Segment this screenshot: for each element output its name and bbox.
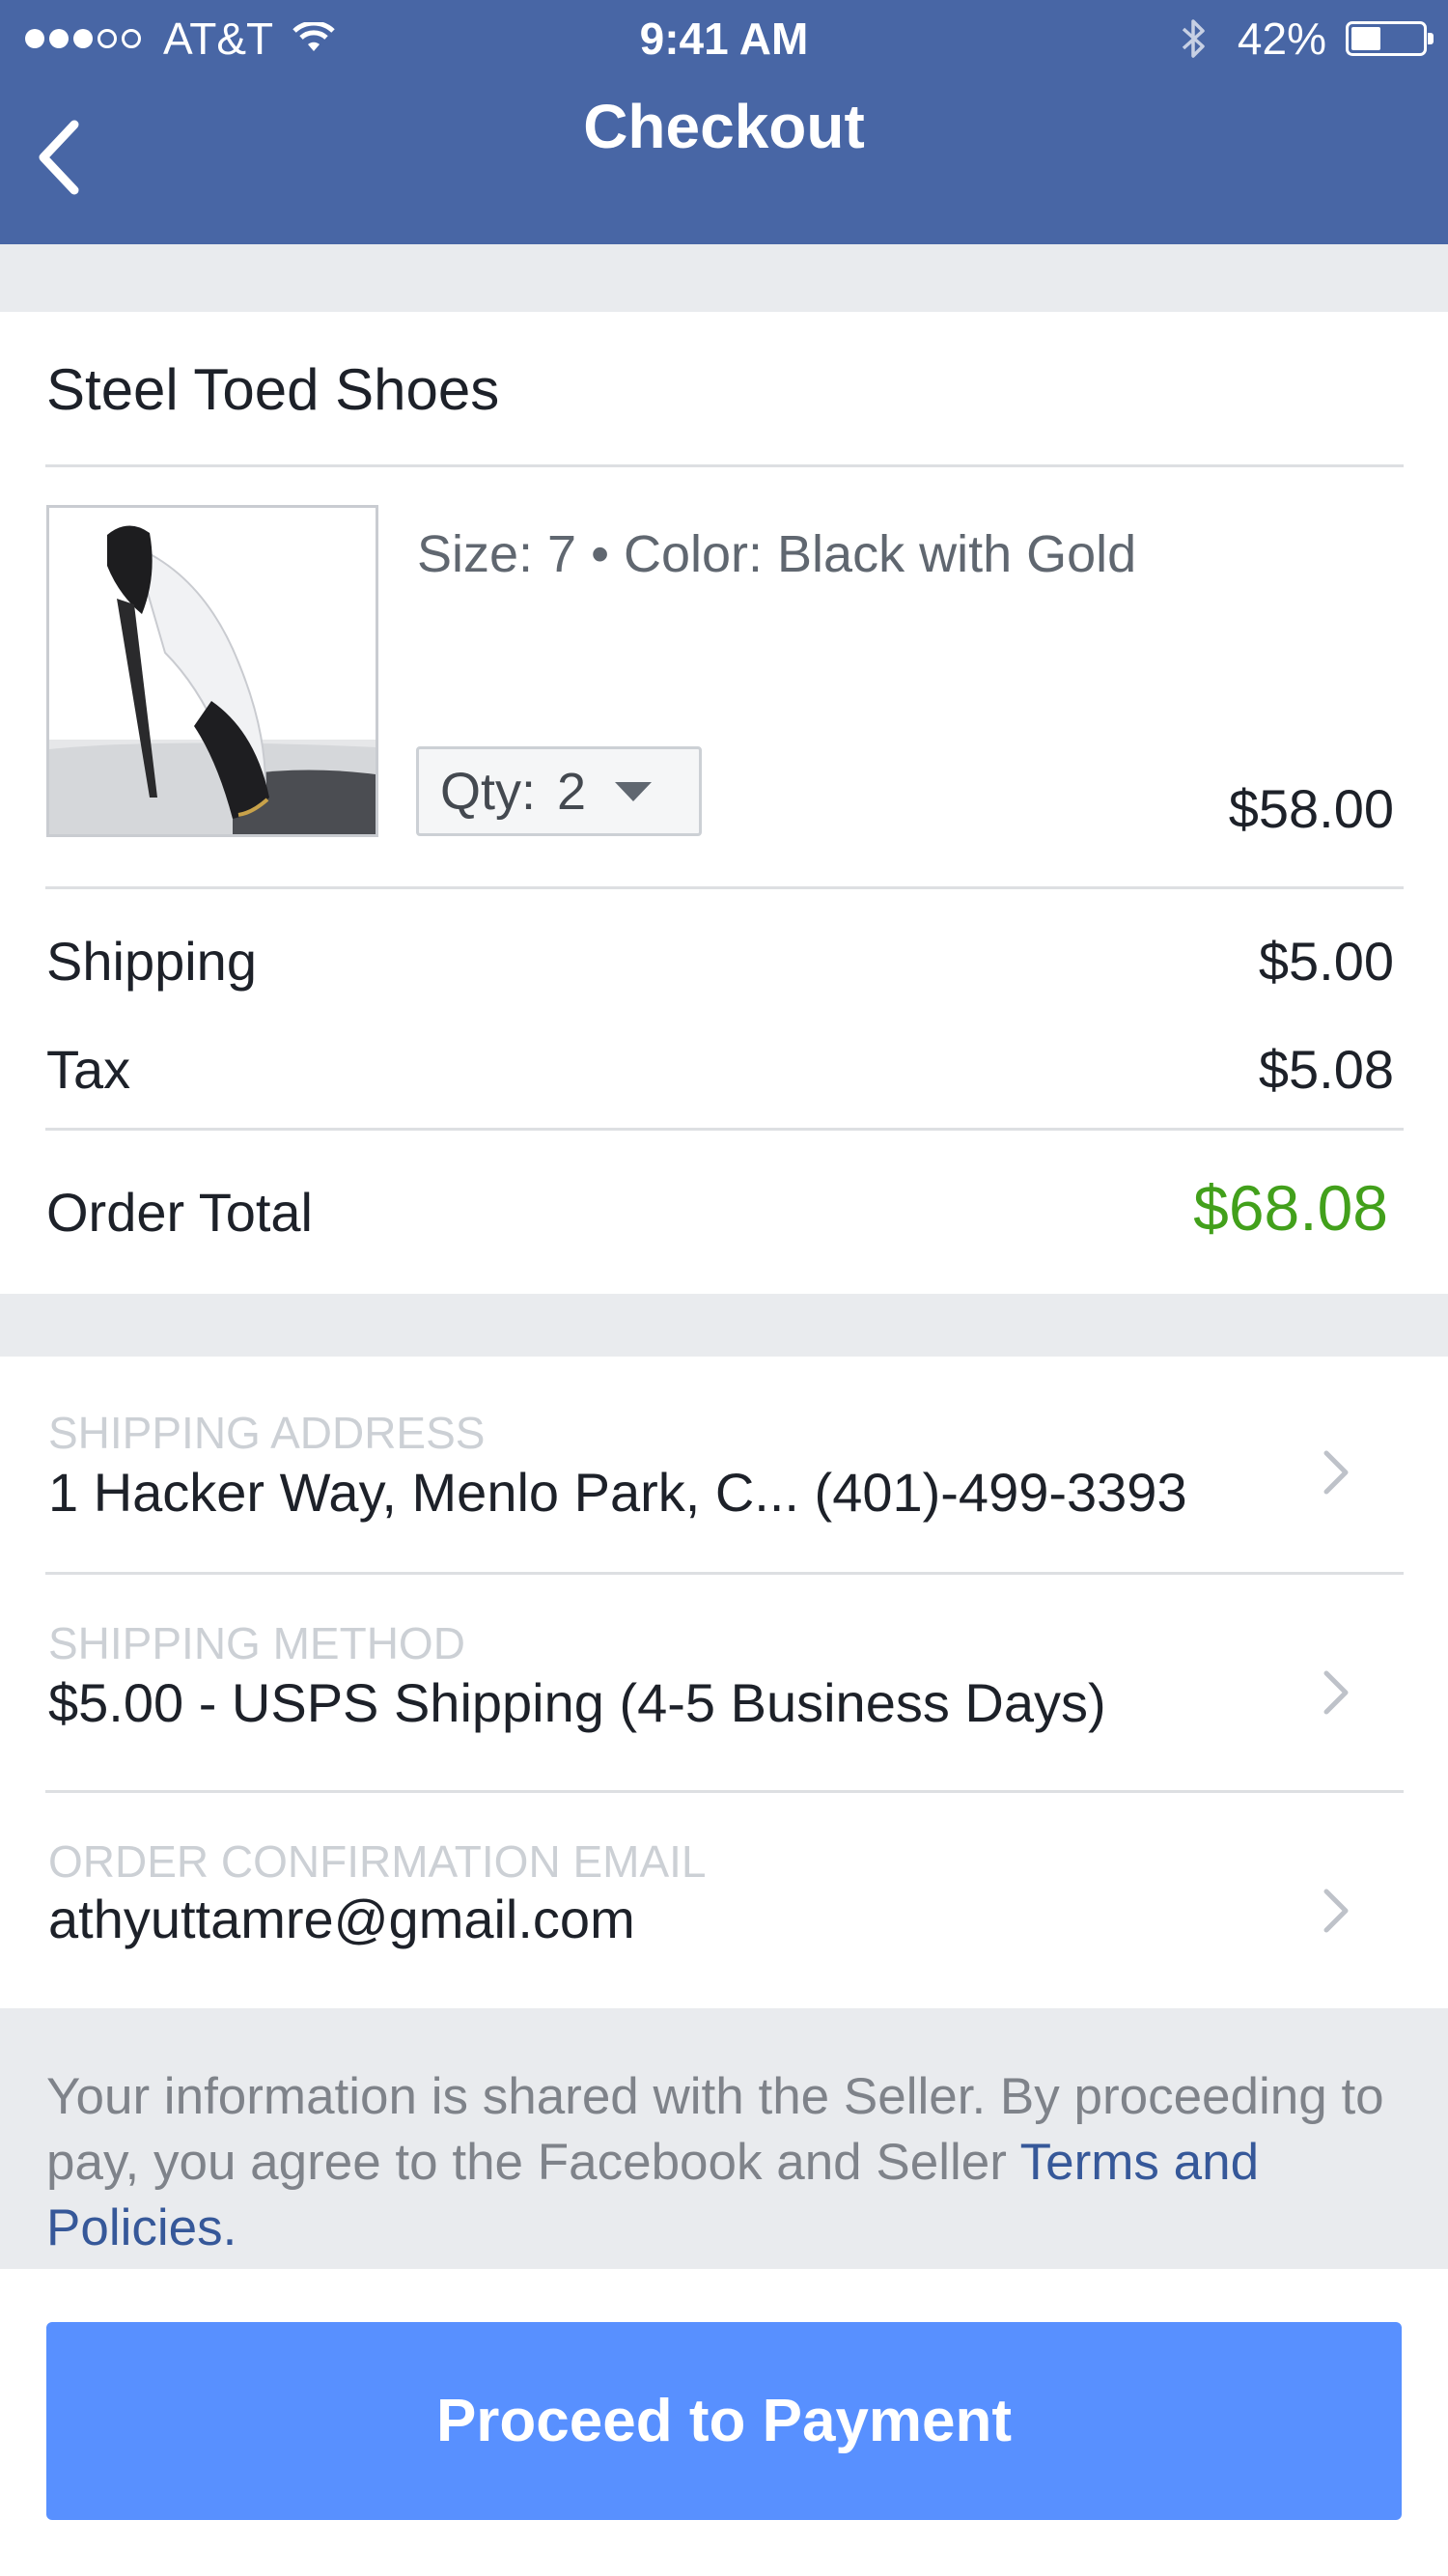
battery-icon [1346, 21, 1434, 56]
shipping-method-row[interactable]: SHIPPING METHOD $5.00 - USPS Shipping (4… [0, 1575, 1448, 1792]
battery-percent: 42% [1237, 14, 1326, 64]
confirmation-email-row[interactable]: ORDER CONFIRMATION EMAIL athyuttamre@gma… [0, 1793, 1448, 2008]
shipping-address-row[interactable]: SHIPPING ADDRESS 1 Hacker Way, Menlo Par… [0, 1357, 1448, 1574]
shoe-image [49, 508, 376, 834]
divider [45, 1128, 1404, 1131]
shipping-address-value: 1 Hacker Way, Menlo Park, C... (401)-499… [48, 1462, 1187, 1523]
disclaimer: Your information is shared with the Sell… [46, 2064, 1407, 2261]
proceed-to-payment-button[interactable]: Proceed to Payment [46, 2322, 1402, 2520]
shipping-method-label: SHIPPING METHOD [48, 1618, 465, 1668]
qty-value: 2 [557, 762, 587, 821]
battery-level [1351, 27, 1380, 50]
header: AT&T 9:41 AM 42% Checkout [0, 0, 1448, 244]
tax-value: $5.08 [1258, 1039, 1394, 1100]
footer: Proceed to Payment [0, 2269, 1448, 2576]
confirmation-email-label: ORDER CONFIRMATION EMAIL [48, 1836, 707, 1887]
order-total-label: Order Total [46, 1182, 313, 1243]
bluetooth-icon [1180, 15, 1209, 62]
order-summary-card: Steel Toed Shoes Size: 7 • Color: Black … [0, 312, 1448, 1294]
page-title: Checkout [583, 92, 865, 161]
chevron-right-icon [1317, 1666, 1355, 1720]
product-image[interactable] [46, 505, 378, 837]
shipping-address-label: SHIPPING ADDRESS [48, 1408, 486, 1458]
status-right: 42% [1180, 12, 1434, 66]
chevron-right-icon [1317, 1884, 1355, 1938]
product-variant: Size: 7 • Color: Black with Gold [417, 525, 1137, 583]
chevron-right-icon [1317, 1445, 1355, 1499]
dropdown-caret-icon [615, 781, 653, 801]
product-title: Steel Toed Shoes [46, 357, 500, 422]
shipping-method-value: $5.00 - USPS Shipping (4-5 Business Days… [48, 1672, 1106, 1733]
tax-label: Tax [46, 1039, 131, 1100]
checkout-screen: AT&T 9:41 AM 42% Checkout Steel Toed Sho… [0, 0, 1448, 2576]
order-total-value: $68.08 [1193, 1172, 1388, 1244]
item-price: $58.00 [1228, 778, 1394, 839]
qty-label: Qty: [440, 762, 537, 821]
battery-cap [1428, 33, 1434, 44]
confirmation-email-value: athyuttamre@gmail.com [48, 1889, 635, 1949]
shipping-value: $5.00 [1258, 931, 1394, 992]
nav-bar: Checkout [0, 92, 1448, 222]
shipping-label: Shipping [46, 931, 257, 992]
quantity-select[interactable]: Qty: 2 [416, 746, 702, 836]
divider [45, 886, 1404, 889]
divider [45, 464, 1404, 467]
checkout-details-card: SHIPPING ADDRESS 1 Hacker Way, Menlo Par… [0, 1357, 1448, 2008]
